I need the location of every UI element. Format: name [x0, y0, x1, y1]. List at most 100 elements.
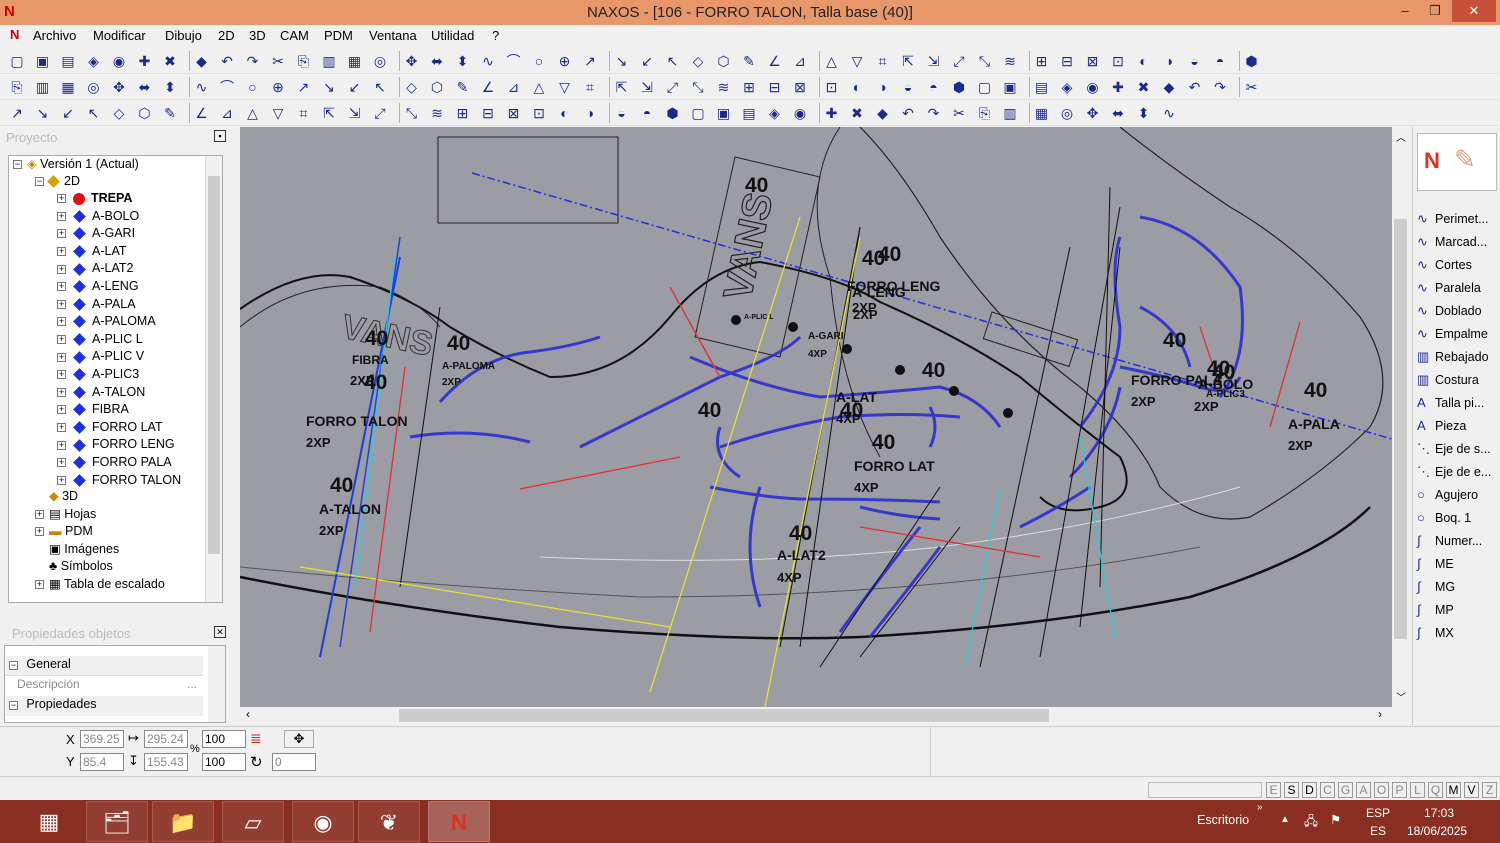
- toolbar-tool-icon[interactable]: ◇: [403, 78, 421, 96]
- toolbar-tool-icon[interactable]: ↷: [1211, 78, 1229, 96]
- tool-item[interactable]: ∫ MP: [1417, 600, 1454, 620]
- toolbar-tool-icon[interactable]: ○: [244, 78, 262, 96]
- tool-item[interactable]: ∿ Paralela: [1417, 278, 1481, 298]
- tree-version[interactable]: − ◈ Versión 1 (Actual): [13, 156, 139, 173]
- toolbar-tool-icon[interactable]: ▢: [8, 52, 26, 70]
- toolbar-tool-icon[interactable]: ✚: [823, 104, 841, 122]
- toolbar-tool-icon[interactable]: ◇: [110, 104, 128, 122]
- toolbar-tool-icon[interactable]: △: [244, 104, 262, 122]
- tool-item[interactable]: A Pieza: [1417, 416, 1466, 436]
- toolbar-tool-icon[interactable]: ⇱: [320, 104, 338, 122]
- toolbar-tool-icon[interactable]: ↗: [581, 52, 599, 70]
- toolbar-tool-icon[interactable]: ⊞: [1033, 52, 1051, 70]
- toolbar-tool-icon[interactable]: ⊡: [1109, 52, 1127, 70]
- prop-general-row[interactable]: − General: [5, 656, 203, 676]
- tool-item[interactable]: ▥ Rebajado: [1417, 347, 1489, 367]
- toolbar-tool-icon[interactable]: ⬢: [950, 78, 968, 96]
- tool-item[interactable]: ∫ Numer...: [1417, 531, 1482, 551]
- toolbar-tool-icon[interactable]: ⤢: [950, 52, 968, 70]
- tree-2d[interactable]: −2D: [35, 173, 80, 190]
- tree-piece[interactable]: + TREPA: [57, 190, 132, 207]
- toolbar-tool-icon[interactable]: ↶: [899, 104, 917, 122]
- toolbar-tool-icon[interactable]: ▣: [34, 52, 52, 70]
- drawing-canvas[interactable]: VANS VANS 40 40 40 40 40 40 40 40 40 40 …: [240, 127, 1392, 707]
- toolbar-tool-icon[interactable]: ⬌: [136, 78, 154, 96]
- toolbar-tool-icon[interactable]: ⊠: [1084, 52, 1102, 70]
- tool-item[interactable]: ∿ Cortes: [1417, 255, 1472, 275]
- toolbar-tool-icon[interactable]: ⊟: [1058, 52, 1076, 70]
- status-toggle[interactable]: Q: [1428, 782, 1443, 798]
- status-toggle[interactable]: Z: [1482, 782, 1497, 798]
- toolbar-tool-icon[interactable]: ⬍: [1135, 104, 1153, 122]
- tool-item[interactable]: ∫ MG: [1417, 577, 1455, 597]
- tool-item[interactable]: ○ Agujero: [1417, 485, 1478, 505]
- chevron-right-icon[interactable]: »: [1257, 802, 1263, 813]
- scale-y-field[interactable]: 100: [202, 753, 246, 771]
- toolbar-tool-icon[interactable]: ◑: [581, 104, 599, 122]
- toolbar-tool-icon[interactable]: ▢: [976, 78, 994, 96]
- status-toggle[interactable]: V: [1464, 782, 1479, 798]
- toolbar-tool-icon[interactable]: ◉: [791, 104, 809, 122]
- toolbar-tool-icon[interactable]: ▽: [556, 78, 574, 96]
- toolbar-tool-icon[interactable]: ⊿: [218, 104, 236, 122]
- toolbar-tool-icon[interactable]: ↖: [85, 104, 103, 122]
- canvas-hscroll-thumb[interactable]: [399, 709, 1049, 722]
- toolbar-tool-icon[interactable]: ◈: [766, 104, 784, 122]
- toolbar-tool-icon[interactable]: ◆: [193, 52, 211, 70]
- tray-up-icon[interactable]: ▲: [1280, 814, 1290, 825]
- toolbar-tool-icon[interactable]: ▤: [740, 104, 758, 122]
- toolbar-tool-icon[interactable]: ⇲: [638, 78, 656, 96]
- toolbar-tool-icon[interactable]: ↙: [346, 78, 364, 96]
- toolbar-tool-icon[interactable]: ↖: [664, 52, 682, 70]
- tree-piece[interactable]: + A-PLIC3: [57, 366, 139, 383]
- toolbar-tool-icon[interactable]: ⊠: [791, 78, 809, 96]
- escritorio-label[interactable]: Escritorio: [1197, 813, 1249, 827]
- minimize-button[interactable]: –: [1390, 0, 1420, 22]
- toolbar-tool-icon[interactable]: ▽: [269, 104, 287, 122]
- toolbar-tool-icon[interactable]: ⬍: [161, 78, 179, 96]
- toolbar-tool-icon[interactable]: ◑: [874, 78, 892, 96]
- toolbar-tool-icon[interactable]: △: [530, 78, 548, 96]
- toolbar-tool-icon[interactable]: ↙: [59, 104, 77, 122]
- tool-item[interactable]: A Talla pi...: [1417, 393, 1484, 413]
- status-toggle[interactable]: O: [1374, 782, 1389, 798]
- props-scrollbar[interactable]: [208, 646, 225, 722]
- toolbar-tool-icon[interactable]: ✚: [136, 52, 154, 70]
- tree-piece[interactable]: + FORRO PALA: [57, 454, 172, 471]
- toolbar-tool-icon[interactable]: ⌗: [295, 104, 313, 122]
- scroll-up-icon[interactable]: ︿: [1396, 129, 1406, 144]
- toolbar-tool-icon[interactable]: ◆: [1160, 78, 1178, 96]
- toolbar-tool-icon[interactable]: ⊞: [740, 78, 758, 96]
- toolbar-tool-icon[interactable]: ✎: [454, 78, 472, 96]
- toolbar-tool-icon[interactable]: ✥: [1084, 104, 1102, 122]
- rotation-field[interactable]: 0: [272, 753, 316, 771]
- toolbar-tool-icon[interactable]: ✖: [848, 104, 866, 122]
- toolbar-tool-icon[interactable]: ◈: [1058, 78, 1076, 96]
- toolbar-tool-icon[interactable]: ▦: [346, 52, 364, 70]
- toolbar-tool-icon[interactable]: ▦: [1033, 104, 1051, 122]
- toolbar-tool-icon[interactable]: ⬡: [428, 78, 446, 96]
- toolbar-tool-icon[interactable]: ◇: [689, 52, 707, 70]
- tree-piece[interactable]: + A-TALON: [57, 384, 145, 401]
- menu-help[interactable]: ?: [492, 28, 499, 43]
- status-toggle[interactable]: P: [1392, 782, 1407, 798]
- menu-dibujo[interactable]: Dibujo: [165, 28, 202, 43]
- toolbar-tool-icon[interactable]: ⤡: [976, 52, 994, 70]
- toolbar-tool-icon[interactable]: ⊿: [505, 78, 523, 96]
- chrome-icon[interactable]: ◉: [292, 801, 354, 842]
- toolbar-tool-icon[interactable]: ◒: [899, 78, 917, 96]
- menu-cam[interactable]: CAM: [280, 28, 309, 43]
- explorer-app-icon[interactable]: 🗂: [86, 801, 148, 842]
- tree-piece[interactable]: + A-LENG: [57, 278, 139, 295]
- toolbar-tool-icon[interactable]: ▥: [34, 78, 52, 96]
- toolbar-tool-icon[interactable]: ⇲: [925, 52, 943, 70]
- toolbar-tool-icon[interactable]: ⊟: [479, 104, 497, 122]
- flag-icon[interactable]: ⚑: [1330, 812, 1341, 827]
- toolbar-tool-icon[interactable]: ⎘: [8, 78, 26, 96]
- toolbar-tool-icon[interactable]: ◒: [613, 104, 631, 122]
- toolbar-tool-icon[interactable]: ∿: [193, 78, 211, 96]
- toolbar-tool-icon[interactable]: ⤡: [689, 78, 707, 96]
- tool-item[interactable]: ⋱ Eje de e...: [1417, 462, 1491, 482]
- scroll-left-icon[interactable]: ‹: [246, 707, 250, 721]
- toolbar-tool-icon[interactable]: ↶: [218, 52, 236, 70]
